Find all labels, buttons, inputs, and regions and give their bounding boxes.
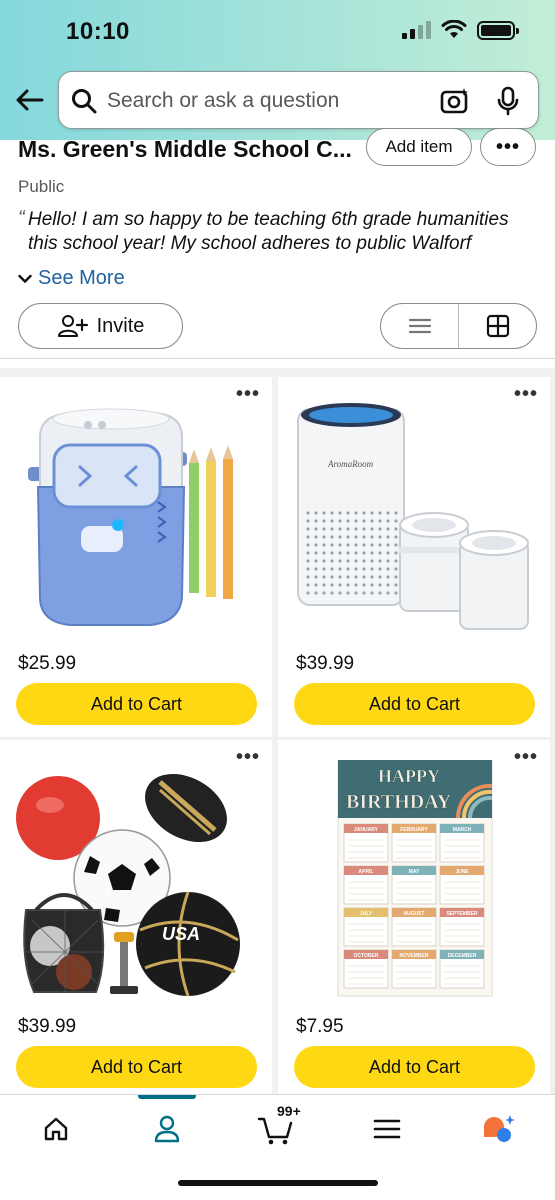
see-more-link[interactable]: See More [18,267,125,290]
add-to-cart-button[interactable]: Add to Cart [16,1046,257,1088]
product-price: $39.99 [18,1016,77,1037]
product-price: $39.99 [296,653,355,674]
poster-month-label: NOVEMBER [400,953,429,959]
air-purifier-image[interactable]: AromaRoom [288,397,540,637]
more-options-button[interactable]: ••• [480,128,536,166]
microphone-icon[interactable] [496,86,520,116]
top-bar: 10:10 [0,0,555,140]
divider [0,358,555,359]
product-card[interactable]: ••• $25.99 Add to Cart [0,377,272,737]
add-person-icon [57,315,88,337]
svg-text:4: 4 [104,888,110,899]
birthday-poster-image[interactable]: HAPPY BIRTHDAY JANUARY FEBRUARY MARCH APRIL… [288,760,540,1000]
cart-count-badge: 99+ [277,1103,301,1119]
list-view-button[interactable] [381,304,459,348]
svg-text:USA: USA [162,924,200,944]
list-view-icon [408,318,431,334]
grid-view-button[interactable] [459,304,536,348]
chevron-down-icon [18,274,32,283]
invite-label: Invite [96,314,145,337]
add-to-cart-button[interactable]: Add to Cart [16,683,257,725]
add-to-cart-button[interactable]: Add to Cart [294,1046,535,1088]
camera-search-icon[interactable] [440,86,470,116]
poster-month-label: JANUARY [354,827,379,833]
poster-heading-happy: HAPPY [378,766,440,786]
list-description: “ Hello! I am so happy to be teaching 6t… [18,208,538,258]
product-card[interactable]: ••• 4 USA $39.99 Add to Cart [0,740,272,1100]
product-card[interactable]: ••• AromaRoom $39.99 Add to Cart [278,377,550,737]
product-price: $7.95 [296,1016,344,1037]
search-bar[interactable] [58,71,539,129]
rufus-assistant-icon [484,1115,515,1142]
list-description-text: Hello! I am so happy to be teaching 6th … [28,209,509,254]
poster-month-label: MARCH [453,827,472,833]
nav-cart[interactable]: 99+ [247,1103,307,1149]
cellular-signal-icon [402,21,431,39]
poster-month-label: JUNE [455,869,469,875]
list-title: Ms. Green's Middle School C... [18,136,352,162]
status-time: 10:10 [66,18,130,45]
poster-month-label: AUGUST [403,911,424,917]
search-input[interactable] [107,82,427,120]
add-to-cart-button[interactable]: Add to Cart [294,683,535,725]
nav-menu[interactable] [357,1109,417,1149]
back-arrow-icon[interactable] [14,84,46,116]
svg-text:AromaRoom: AromaRoom [327,459,374,469]
poster-month-label: APRIL [359,869,374,875]
wifi-icon [441,20,467,38]
search-icon [72,89,97,114]
product-price: $25.99 [18,653,77,674]
quote-mark-icon: “ [18,208,25,229]
grid-view-icon [486,314,509,338]
poster-month-label: FEBRUARY [400,827,428,833]
nav-assistant[interactable] [468,1109,528,1149]
home-indicator [178,1180,378,1186]
nav-profile[interactable] [137,1109,197,1149]
nav-home[interactable] [26,1109,86,1149]
pencil-sharpener-image[interactable] [10,397,262,637]
list-visibility: Public [18,177,65,196]
poster-month-label: SEPTEMBER [446,911,478,917]
person-icon [154,1115,180,1143]
view-toggle [380,303,537,349]
poster-month-label: DECEMBER [448,953,477,959]
add-item-button[interactable]: Add item [366,128,472,166]
invite-button[interactable]: Invite [18,303,183,349]
poster-heading-birthday: BIRTHDAY [346,791,452,813]
product-card[interactable]: ••• HAPPY BIRTHDAY JANUARY FEBRUARY MARCH A… [278,740,550,1100]
see-more-label: See More [38,267,125,289]
battery-icon [477,20,519,40]
poster-month-label: MAY [409,869,420,875]
poster-month-label: JULY [360,911,373,917]
menu-icon [373,1119,401,1139]
sports-balls-image[interactable]: 4 USA [10,760,262,1000]
status-icons [402,20,519,40]
home-icon [44,1117,68,1141]
poster-month-label: OCTOBER [354,953,379,959]
nav-active-indicator [138,1095,196,1099]
